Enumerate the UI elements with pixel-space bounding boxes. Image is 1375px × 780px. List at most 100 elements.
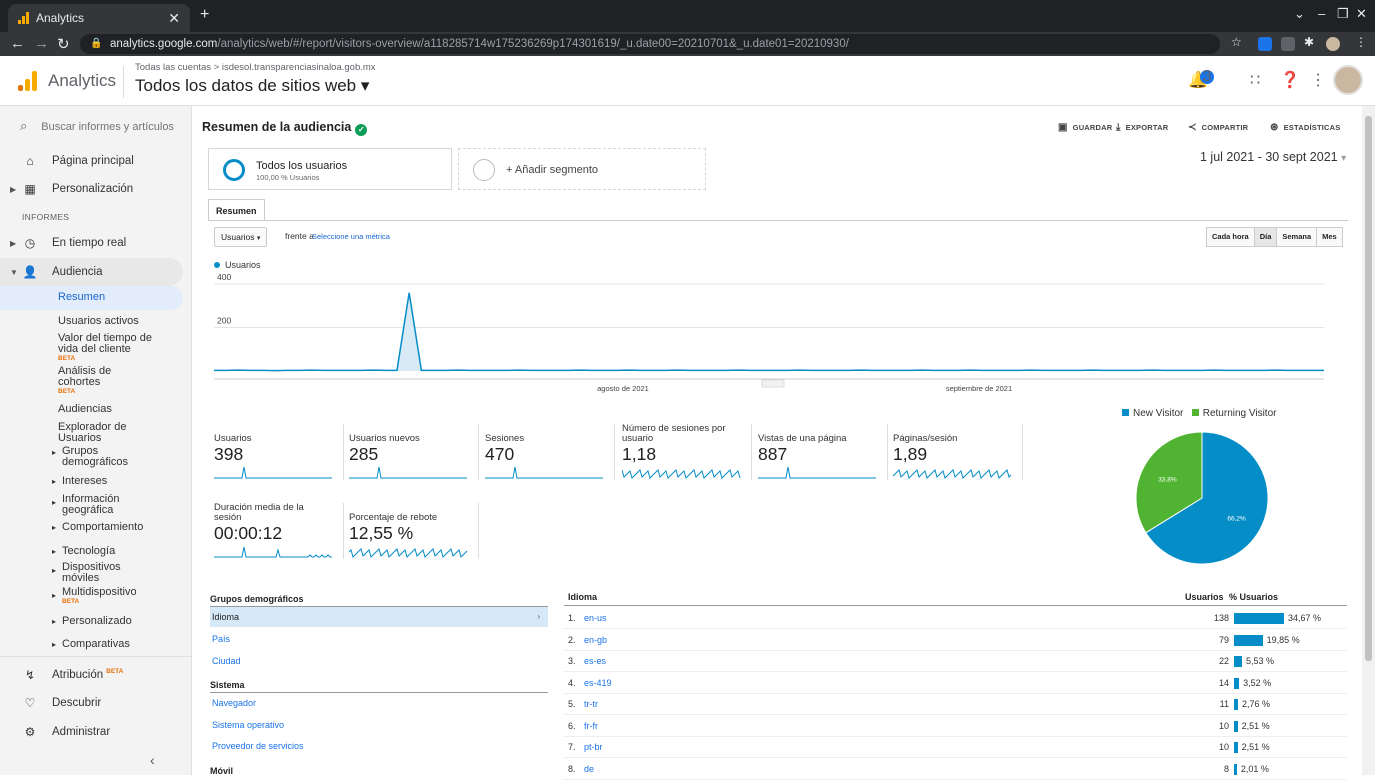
sidebar-sub-user-explorer[interactable]: Explorador de Usuarios (58, 422, 138, 444)
sidebar-sub-active-users[interactable]: Usuarios activos (58, 316, 139, 327)
browser-tab[interactable]: Analytics ✕ (8, 4, 190, 32)
add-segment-label: + Añadir segmento (506, 164, 599, 176)
tab-search-icon[interactable]: ⌄ (1294, 6, 1305, 22)
sidebar-item-attribution[interactable]: ↯ Atribución BETA (0, 662, 192, 688)
scorecard[interactable]: Número de sesiones por usuario 1,18 (622, 424, 752, 480)
profile-avatar-icon[interactable] (1326, 37, 1340, 51)
sidebar-item-realtime[interactable]: ▶ ◷ En tiempo real (0, 230, 192, 256)
chart-expand-handle[interactable] (761, 379, 785, 388)
scorecard[interactable]: Usuarios nuevos 285 (349, 424, 479, 480)
scrollbar-thumb[interactable] (1365, 116, 1372, 661)
sidebar-sub-audiences[interactable]: Audiencias (58, 404, 112, 415)
account-breadcrumb[interactable]: Todas las cuentas > isdesol.transparenci… (135, 62, 376, 73)
window-close-icon[interactable]: ✕ (1356, 6, 1367, 22)
granularity-week[interactable]: Semana (1277, 228, 1318, 246)
sidebar-sub-geo[interactable]: Información geográfica (62, 494, 142, 516)
reload-icon[interactable]: ↻ (57, 35, 70, 53)
language-link[interactable]: tr-tr (584, 694, 598, 715)
sidebar-sub-technology[interactable]: Tecnología (62, 546, 115, 557)
insights-label: ESTADÍSTICAS (1283, 123, 1341, 132)
sidebar-sub-demographics[interactable]: Grupos demográficos (62, 446, 142, 468)
back-icon[interactable]: ← (10, 35, 25, 52)
sidebar-sub-cross-device[interactable]: Multidispositivo BETA (62, 587, 137, 606)
sidebar-sub-interests[interactable]: Intereses (62, 476, 107, 487)
bookmark-star-icon[interactable]: ☆ (1231, 35, 1242, 49)
maximize-icon[interactable]: ❐ (1337, 6, 1349, 22)
url-field[interactable]: 🔒 analytics.google.com/analytics/web/#/r… (80, 34, 1220, 54)
granularity-day[interactable]: Día (1254, 228, 1278, 246)
account-avatar[interactable] (1333, 65, 1363, 95)
dimension-browser[interactable]: Navegador (210, 693, 548, 713)
extension-new-icon[interactable] (1281, 37, 1295, 51)
add-segment-ring-icon (473, 159, 495, 181)
add-segment-button[interactable]: + Añadir segmento (458, 148, 706, 190)
scorecard[interactable]: Vistas de una página 887 (758, 424, 888, 480)
sidebar-sub-lifetime-value[interactable]: Valor del tiempo de vida del cliente BETA (58, 333, 158, 363)
dimension-service-provider[interactable]: Proveedor de servicios (210, 736, 548, 756)
select-metric-link[interactable]: Seleccione una métrica (312, 232, 390, 241)
scorecard[interactable]: Sesiones 470 (485, 424, 615, 480)
granularity-hourly[interactable]: Cada hora (1207, 228, 1255, 246)
sidebar-sub-cohorts[interactable]: Análisis de cohortes BETA (58, 366, 138, 396)
granularity-month[interactable]: Mes (1317, 228, 1342, 246)
legend-swatch-returning (1191, 409, 1199, 416)
table-row: 5. tr-tr 11 2,76 % (564, 694, 1347, 715)
forward-icon[interactable]: → (34, 35, 49, 52)
more-menu-icon[interactable]: ⋮ (1310, 70, 1326, 90)
sidebar-item-admin[interactable]: ⚙ Administrar (0, 719, 192, 745)
metric-select[interactable]: Usuarios ▾ (214, 227, 268, 247)
sidebar-sub-custom[interactable]: Personalizado (62, 616, 132, 627)
dimension-country[interactable]: País (210, 629, 548, 649)
scorecard[interactable]: Páginas/sesión 1,89 (893, 424, 1023, 480)
sidebar-search[interactable]: ⌕ Buscar informes y artículos (20, 118, 174, 134)
app-name: Analytics (48, 71, 117, 90)
sidebar-item-audience[interactable]: ▼ 👤 Audiencia (0, 259, 192, 285)
sidebar-sub-behavior[interactable]: Comportamiento (62, 522, 143, 533)
help-icon[interactable]: ❓ (1280, 70, 1300, 90)
scorecard[interactable]: Usuarios 398 (214, 424, 344, 480)
sidebar-item-customization[interactable]: ▶ ▦ Personalización (0, 176, 192, 202)
extension-icon[interactable] (1258, 37, 1272, 51)
collapse-sidebar-icon[interactable]: ‹ (150, 752, 155, 768)
sidebar-sub-benchmarking[interactable]: Comparativas (62, 639, 130, 650)
row-rank: 3. (568, 656, 576, 666)
export-button[interactable]: ⤓ EXPORTAR (1116, 122, 1168, 133)
share-label: COMPARTIR (1201, 123, 1249, 132)
language-link[interactable]: pt-br (584, 737, 603, 758)
share-button[interactable]: ≺ COMPARTIR (1188, 122, 1248, 133)
sidebar-item-label: Administrar (52, 726, 111, 738)
minimize-icon[interactable]: – (1318, 6, 1325, 21)
save-button[interactable]: ▣ GUARDAR (1058, 122, 1112, 133)
apps-grid-icon[interactable]: ∷ (1250, 70, 1260, 90)
language-link[interactable]: es-419 (584, 673, 612, 694)
extensions-puzzle-icon[interactable]: ✱ (1304, 35, 1314, 49)
sidebar-sub-overview[interactable]: Resumen (58, 292, 105, 303)
sidebar-item-home[interactable]: ⌂ Página principal (0, 148, 192, 174)
sidebar-item-discover[interactable]: ♡ Descubrir (0, 690, 192, 716)
analytics-favicon-icon (18, 12, 29, 24)
language-link[interactable]: de (584, 759, 594, 780)
row-rank: 1. (568, 613, 576, 623)
tab-overview[interactable]: Resumen (208, 199, 265, 221)
language-link[interactable]: fr-fr (584, 716, 598, 737)
language-link[interactable]: en-gb (584, 630, 607, 651)
tab-close-icon[interactable]: ✕ (168, 10, 180, 27)
segment-all-users[interactable]: Todos los usuarios 100,00 % Usuarios (208, 148, 452, 190)
scorecard-sparkline (485, 466, 603, 479)
date-range-picker[interactable]: 1 jul 2021 - 30 sept 2021 ▾ (1200, 150, 1346, 164)
dimension-city[interactable]: Ciudad (210, 651, 548, 671)
language-link[interactable]: en-us (584, 608, 607, 629)
property-selector[interactable]: Todos los datos de sitios web ▾ (135, 76, 369, 96)
dimension-os[interactable]: Sistema operativo (210, 715, 548, 735)
browser-menu-icon[interactable]: ⋮ (1355, 35, 1367, 49)
scorecard[interactable]: Duración media de la sesión 00:00:12 (214, 503, 344, 559)
dimension-language[interactable]: Idioma › (210, 607, 548, 627)
scorecard-sparkline (214, 546, 332, 558)
new-tab-icon[interactable]: + (200, 6, 209, 24)
sidebar-sub-mobile[interactable]: Dispositivos móviles (62, 562, 132, 584)
scorecard[interactable]: Porcentaje de rebote 12,55 % (349, 503, 479, 559)
insights-button[interactable]: ⊛ ESTADÍSTICAS (1270, 122, 1340, 133)
page-scrollbar[interactable] (1362, 106, 1375, 775)
language-link[interactable]: es-es (584, 651, 606, 672)
row-rank: 8. (568, 763, 576, 774)
